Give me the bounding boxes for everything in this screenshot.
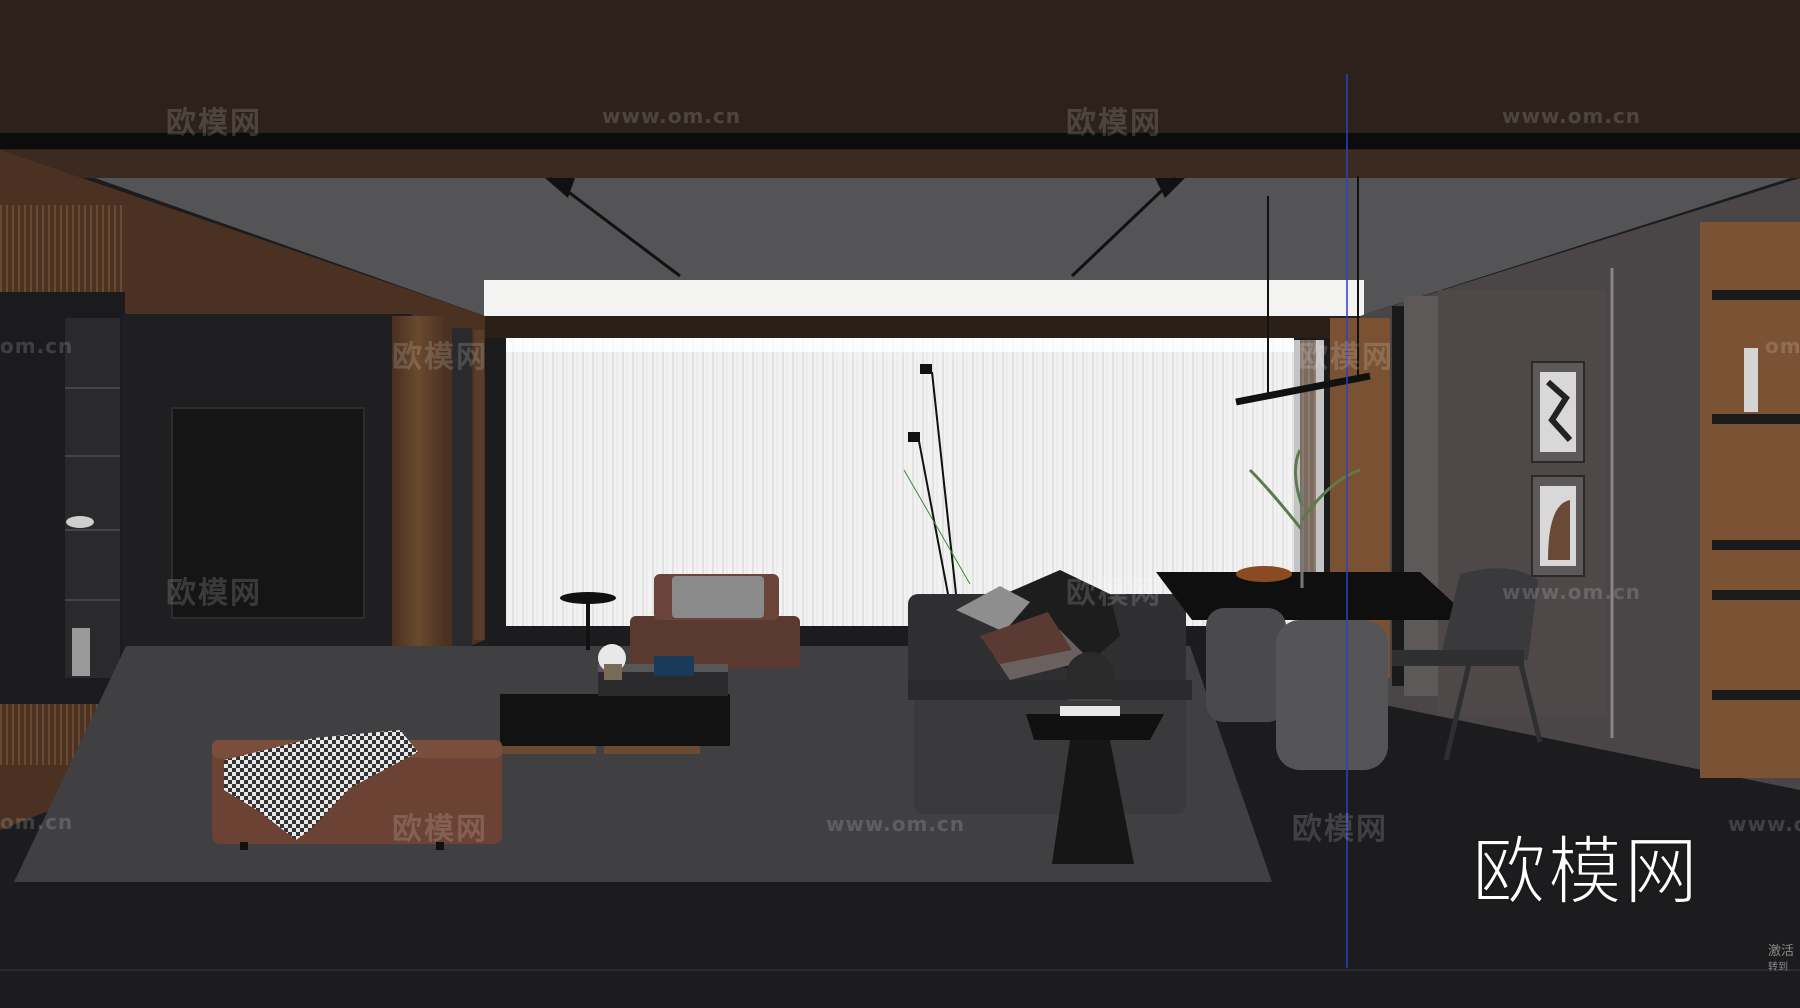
watermark: om.cn: [0, 810, 74, 834]
activation-notice: 激活 转到: [1768, 944, 1794, 976]
watermark: 欧模网: [1298, 340, 1394, 375]
ceiling-light-cove: [484, 280, 1364, 316]
watermark: www.om.cn: [826, 340, 966, 364]
watermark: www.om.cn: [602, 104, 742, 128]
watermark: 欧模网: [166, 106, 262, 141]
watermark: 欧模网: [392, 812, 488, 847]
watermark: www.om.cn: [826, 812, 966, 836]
watermark: om.cn: [1765, 334, 1800, 358]
lounge-chair: [630, 574, 800, 668]
watermark: om.cn: [0, 334, 74, 358]
watermark: www.om.cn: [1502, 104, 1642, 128]
brand-logo: 欧模网: [1471, 828, 1700, 916]
watermark: 欧模网: [166, 576, 262, 611]
activation-line-1: 激活: [1768, 944, 1795, 959]
watermark: 欧模网: [1292, 812, 1388, 847]
activation-line-2: 转到: [1768, 962, 1788, 973]
watermark: 欧模网: [1066, 106, 1162, 141]
watermark: 欧模网: [392, 340, 488, 375]
interior-render: 欧模网 www.om.cn 欧模网 www.om.cn om.cn 欧模网 www.om.c…: [0, 0, 1800, 1004]
watermark: www.om.cn: [1502, 580, 1642, 604]
watermark: www.om.cn: [1728, 812, 1800, 836]
watermark: 欧模网: [1066, 576, 1162, 611]
